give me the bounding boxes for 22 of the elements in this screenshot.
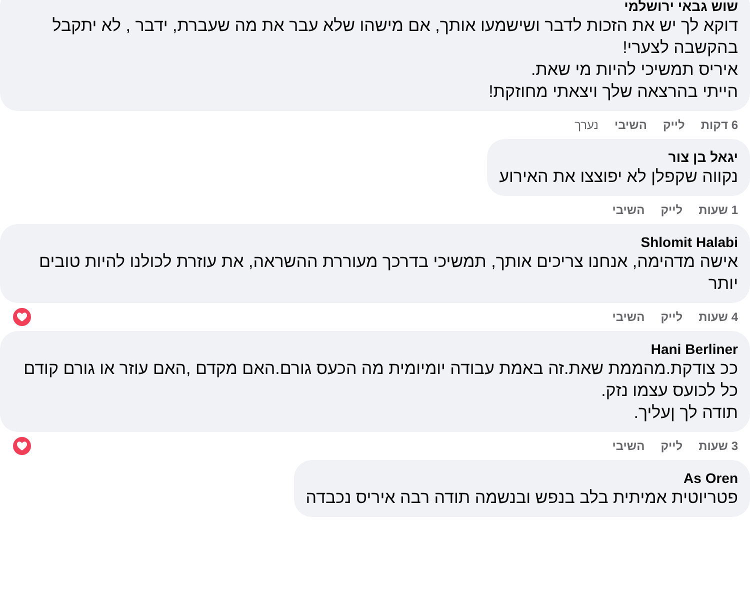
- comment-time[interactable]: 6 דקות: [700, 118, 738, 132]
- author-name[interactable]: As Oren: [306, 469, 738, 487]
- reply-link[interactable]: השיבי: [614, 118, 647, 132]
- comment-text: אישה מדהימה, אנחנו צריכים אותך, תמשיכי בדרכך מעוררת ההשראה, את עוזרת לכולנו להיות טובים יותר: [38, 251, 738, 295]
- like-link[interactable]: לייק: [660, 310, 683, 324]
- like-link[interactable]: לייק: [662, 118, 685, 132]
- comment-text: נקווה שקפלן לא יפוצצו את האירוע: [499, 166, 738, 188]
- reply-link[interactable]: השיבי: [612, 203, 645, 217]
- author-name[interactable]: Shlomit Halabi: [12, 233, 738, 251]
- like-link[interactable]: לייק: [660, 439, 683, 453]
- comment-text: דוקא לך יש את הזכות לדבר ושישמעו אותך, אם מישהו שלא עבר את מה שעברת, ידבר , לא יתקבל בהקשבה לצערי! איריס תמשיכי להיות מי שאת. הייתי בהרצאה שלך ויצאתי מחוזקת!: [51, 15, 738, 103]
- comment-text: ככ צודקת.מהממת שאת.זה באמת עבודה יומיומית מה הכעס גורם.האם מקדם ,האם עוזר או גורם קודם כל לכועס עצמו נזק. תודה לך ןעליך.: [22, 358, 738, 424]
- comment-time[interactable]: 3 שעות: [698, 439, 738, 453]
- comment-time[interactable]: 4 שעות: [698, 310, 738, 324]
- author-name[interactable]: Hani Berliner: [12, 340, 738, 358]
- like-link[interactable]: לייק: [660, 203, 683, 217]
- reply-link[interactable]: השיבי: [612, 439, 645, 453]
- author-name[interactable]: יגאל בן צור: [499, 148, 738, 166]
- comment-text: פטריוטית אמיתית בלב בנפש ובנשמה תודה רבה איריס נכבדה: [306, 487, 738, 509]
- comment-time[interactable]: 1 שעות: [698, 203, 738, 217]
- reply-link[interactable]: השיבי: [612, 310, 645, 324]
- edited-label: נערך: [574, 118, 598, 132]
